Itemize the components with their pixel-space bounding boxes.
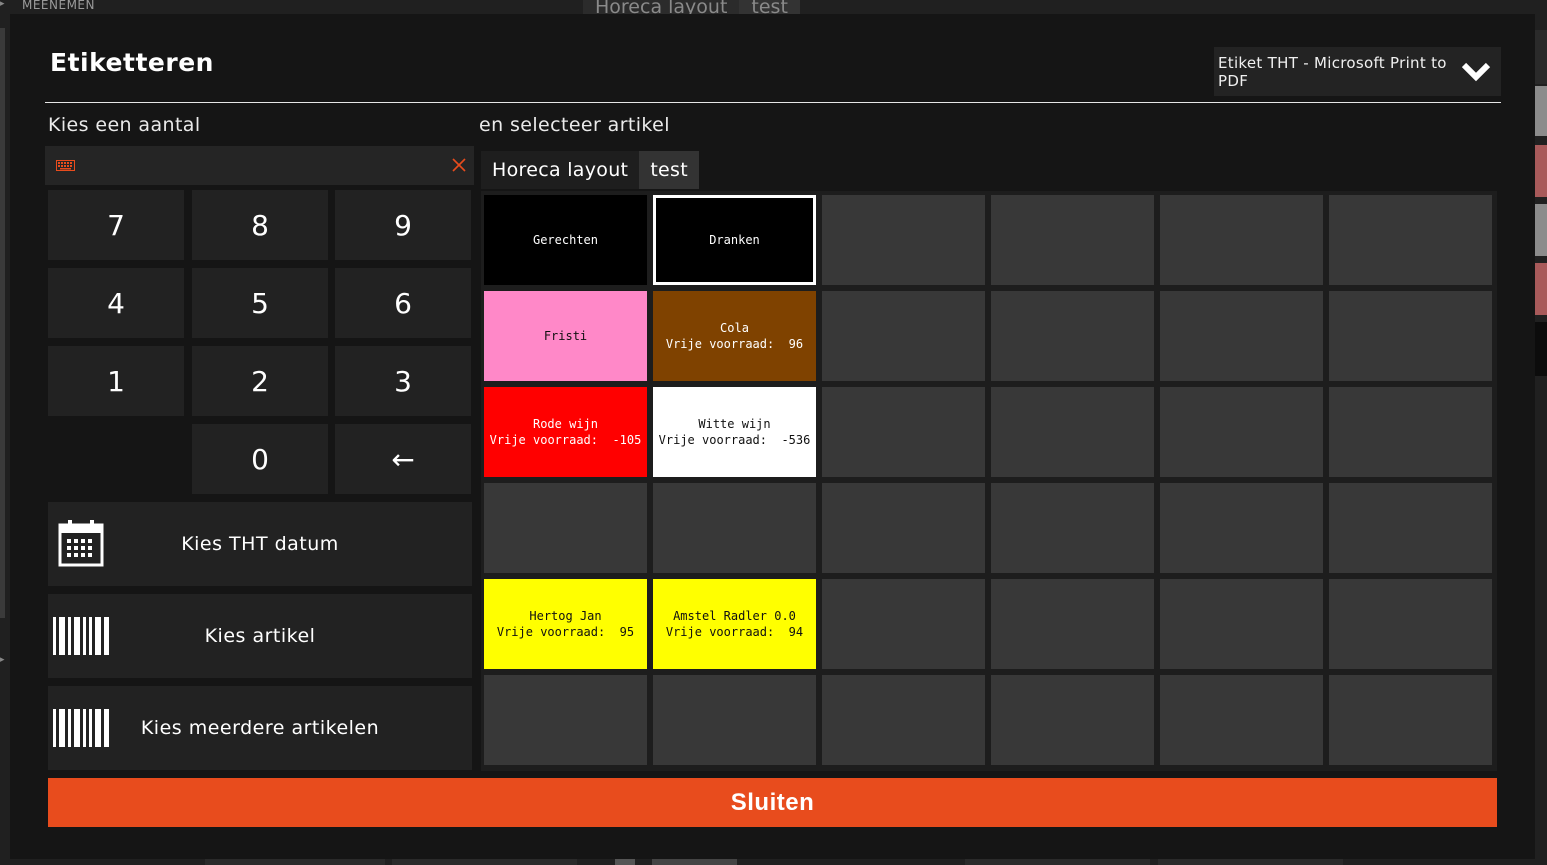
- empty-article-tile[interactable]: [1160, 483, 1323, 573]
- article-grid: Gerechten Dranken Fristi Cola Vrije voorraad…: [481, 191, 1497, 771]
- background-mode-label: MEENEMEN: [22, 0, 95, 12]
- empty-article-tile[interactable]: [1160, 675, 1323, 765]
- article-tile-name: Gerechten: [532, 233, 599, 247]
- header-divider: [45, 102, 1501, 103]
- article-tile[interactable]: Hertog Jan Vrije voorraad: 95: [484, 579, 647, 669]
- tab-horeca-layout[interactable]: Horeca layout: [481, 151, 640, 189]
- article-tile[interactable]: Dranken: [653, 195, 816, 285]
- article-tile[interactable]: Fristi: [484, 291, 647, 381]
- article-tile-name: Rode wijn: [532, 417, 599, 431]
- label-dialog: Etiketteren Etiket THT - Microsoft Print…: [10, 14, 1535, 859]
- article-tile-stock: Vrije voorraad: 94: [665, 625, 804, 639]
- background-scrollbar: [0, 28, 5, 618]
- article-tile-name: Cola: [720, 321, 749, 335]
- quantity-section-label: Kies een aantal: [48, 114, 201, 136]
- article-tile[interactable]: Amstel Radler 0.0 Vrije voorraad: 94: [653, 579, 816, 669]
- empty-article-tile[interactable]: [1329, 483, 1492, 573]
- empty-article-tile[interactable]: [1160, 387, 1323, 477]
- choose-article-button[interactable]: Kies artikel: [48, 594, 472, 678]
- empty-article-tile[interactable]: [1329, 291, 1492, 381]
- empty-article-tile[interactable]: [484, 483, 647, 573]
- article-tile-name: Fristi: [543, 329, 588, 343]
- background-arrow-icon: ▸: [0, 0, 5, 9]
- keypad-key-6[interactable]: 6: [335, 268, 471, 338]
- keypad-key-1[interactable]: 1: [48, 346, 184, 416]
- printer-select-value: Etiket THT - Microsoft Print to PDF: [1218, 53, 1447, 90]
- empty-article-tile[interactable]: [822, 195, 985, 285]
- empty-article-tile[interactable]: [991, 195, 1154, 285]
- close-icon[interactable]: [452, 158, 466, 172]
- keypad-key-7[interactable]: 7: [48, 190, 184, 260]
- background-bottom-block: [615, 858, 635, 865]
- background-side-block: [1535, 204, 1547, 256]
- tab-test[interactable]: test: [639, 151, 700, 189]
- empty-article-tile[interactable]: [822, 387, 985, 477]
- empty-article-tile[interactable]: [1160, 579, 1323, 669]
- background-side-block: [1535, 145, 1547, 197]
- close-button[interactable]: Sluiten: [48, 778, 1497, 827]
- keypad-key-0[interactable]: 0: [192, 424, 328, 494]
- dialog-title: Etiketteren: [50, 48, 214, 77]
- article-tile-stock: Vrije voorraad: -105: [489, 433, 642, 447]
- empty-article-tile[interactable]: [822, 579, 985, 669]
- article-tile-name: Witte wijn: [698, 417, 771, 431]
- keypad-key-3[interactable]: 3: [335, 346, 471, 416]
- keypad-key-2[interactable]: 2: [192, 346, 328, 416]
- empty-article-tile[interactable]: [991, 483, 1154, 573]
- article-tile[interactable]: Witte wijn Vrije voorraad: -536: [653, 387, 816, 477]
- keypad-key-9[interactable]: 9: [335, 190, 471, 260]
- empty-article-tile[interactable]: [822, 291, 985, 381]
- empty-article-tile[interactable]: [1329, 195, 1492, 285]
- article-tile-stock: Vrije voorraad: 95: [496, 625, 635, 639]
- article-tile[interactable]: Gerechten: [484, 195, 647, 285]
- keypad-key-8[interactable]: 8: [192, 190, 328, 260]
- printer-select[interactable]: Etiket THT - Microsoft Print to PDF: [1214, 47, 1501, 96]
- background-bottom-block: [965, 858, 1150, 865]
- choose-tht-date-button[interactable]: Kies THT datum: [48, 502, 472, 586]
- background-bottom-block: [392, 858, 577, 865]
- quantity-input[interactable]: [45, 146, 474, 185]
- empty-article-tile[interactable]: [991, 387, 1154, 477]
- background-bottom-block: [652, 858, 737, 865]
- article-section-label: en selecteer artikel: [479, 114, 670, 136]
- background-arrow-icon: ▸: [0, 655, 5, 665]
- choose-multiple-articles-label: Kies meerdere artikelen: [140, 717, 380, 739]
- article-tile[interactable]: Rode wijn Vrije voorraad: -105: [484, 387, 647, 477]
- empty-article-tile[interactable]: [1160, 195, 1323, 285]
- article-tile-stock: Vrije voorraad: -536: [658, 433, 811, 447]
- background-bottom-block: [1158, 858, 1343, 865]
- empty-article-tile[interactable]: [653, 675, 816, 765]
- background-bottom-block: [205, 858, 385, 865]
- background-side-block: [1535, 30, 1547, 84]
- empty-article-tile[interactable]: [822, 483, 985, 573]
- chevron-down-icon: [1461, 62, 1491, 82]
- background-side-block: [1535, 322, 1547, 376]
- empty-article-tile[interactable]: [653, 483, 816, 573]
- empty-article-tile[interactable]: [1329, 579, 1492, 669]
- empty-article-tile[interactable]: [1160, 291, 1323, 381]
- empty-article-tile[interactable]: [991, 291, 1154, 381]
- empty-article-tile[interactable]: [991, 675, 1154, 765]
- article-tile-name: Dranken: [709, 233, 760, 247]
- article-tile-name: Hertog Jan: [529, 609, 602, 623]
- keypad-key-5[interactable]: 5: [192, 268, 328, 338]
- keypad-key-4[interactable]: 4: [48, 268, 184, 338]
- article-tile-stock: Vrije voorraad: 96: [665, 337, 804, 351]
- empty-article-tile[interactable]: [822, 675, 985, 765]
- layout-tabs: Horeca layout test: [481, 151, 700, 189]
- article-tile-name: Amstel Radler 0.0: [673, 609, 796, 623]
- keyboard-icon[interactable]: [56, 160, 75, 171]
- background-side-block: [1535, 263, 1547, 315]
- background-side-block: [1535, 86, 1547, 136]
- article-tile[interactable]: Cola Vrije voorraad: 96: [653, 291, 816, 381]
- empty-article-tile[interactable]: [991, 579, 1154, 669]
- keypad-backspace-button[interactable]: ←: [335, 424, 471, 494]
- empty-article-tile[interactable]: [1329, 675, 1492, 765]
- choose-article-label: Kies artikel: [204, 625, 316, 647]
- choose-multiple-articles-button[interactable]: Kies meerdere artikelen: [48, 686, 472, 770]
- choose-tht-date-label: Kies THT datum: [181, 533, 339, 555]
- empty-article-tile[interactable]: [1329, 387, 1492, 477]
- empty-article-tile[interactable]: [484, 675, 647, 765]
